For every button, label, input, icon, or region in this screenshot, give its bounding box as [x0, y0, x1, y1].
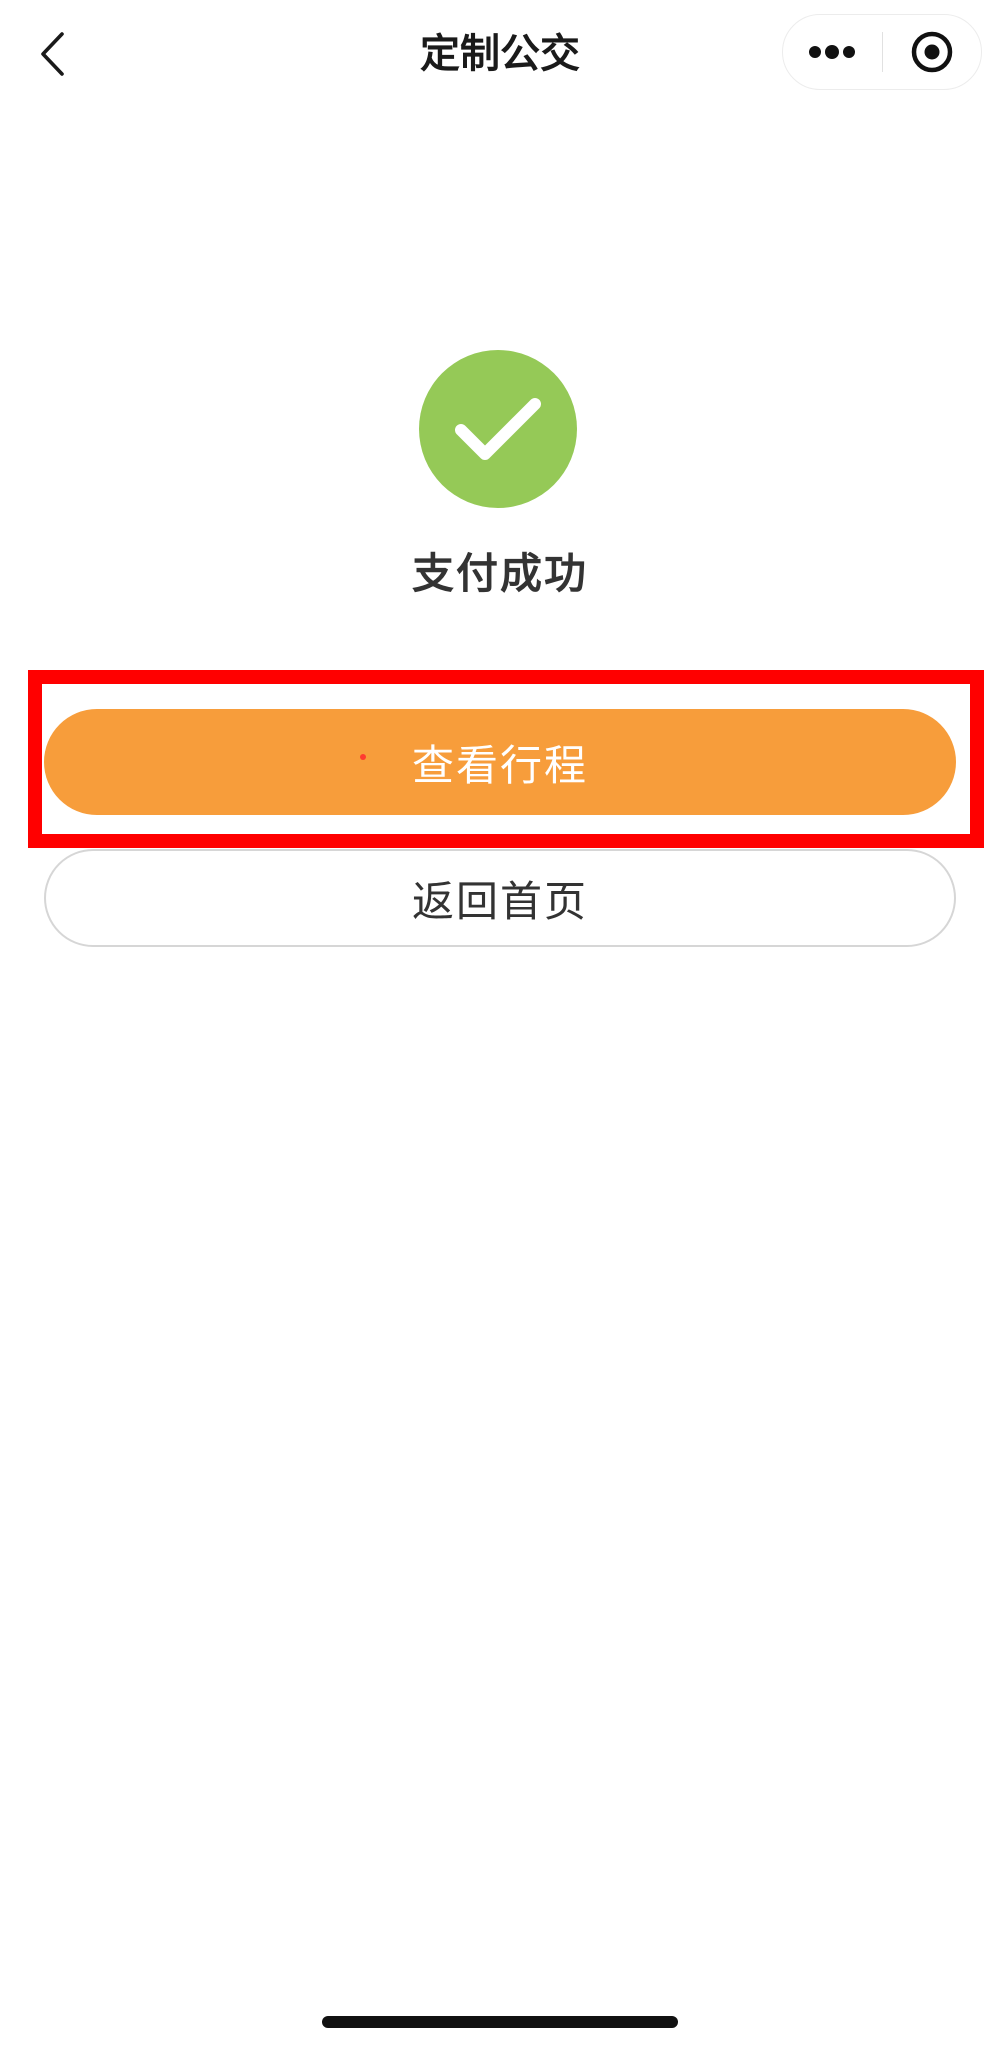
payment-success-screen: 定制公交 支付成功 查看行程 返回首页 — [0, 0, 1000, 2053]
view-trip-label: 查看行程 — [411, 740, 588, 790]
success-status-icon — [419, 350, 577, 508]
payment-status-text: 支付成功 — [411, 549, 588, 598]
close-miniprogram-button[interactable] — [883, 15, 982, 89]
target-circle-icon — [911, 31, 952, 73]
more-button[interactable] — [783, 15, 882, 89]
view-trip-button[interactable]: 查看行程 — [44, 709, 956, 815]
mini-program-capsule — [782, 14, 982, 90]
more-dots-icon — [809, 45, 856, 59]
back-to-home-label: 返回首页 — [411, 876, 588, 926]
home-indicator[interactable] — [322, 2016, 678, 2028]
checkmark-icon — [455, 398, 541, 460]
touch-indicator-dot — [360, 754, 366, 760]
back-to-home-button[interactable]: 返回首页 — [44, 849, 956, 947]
